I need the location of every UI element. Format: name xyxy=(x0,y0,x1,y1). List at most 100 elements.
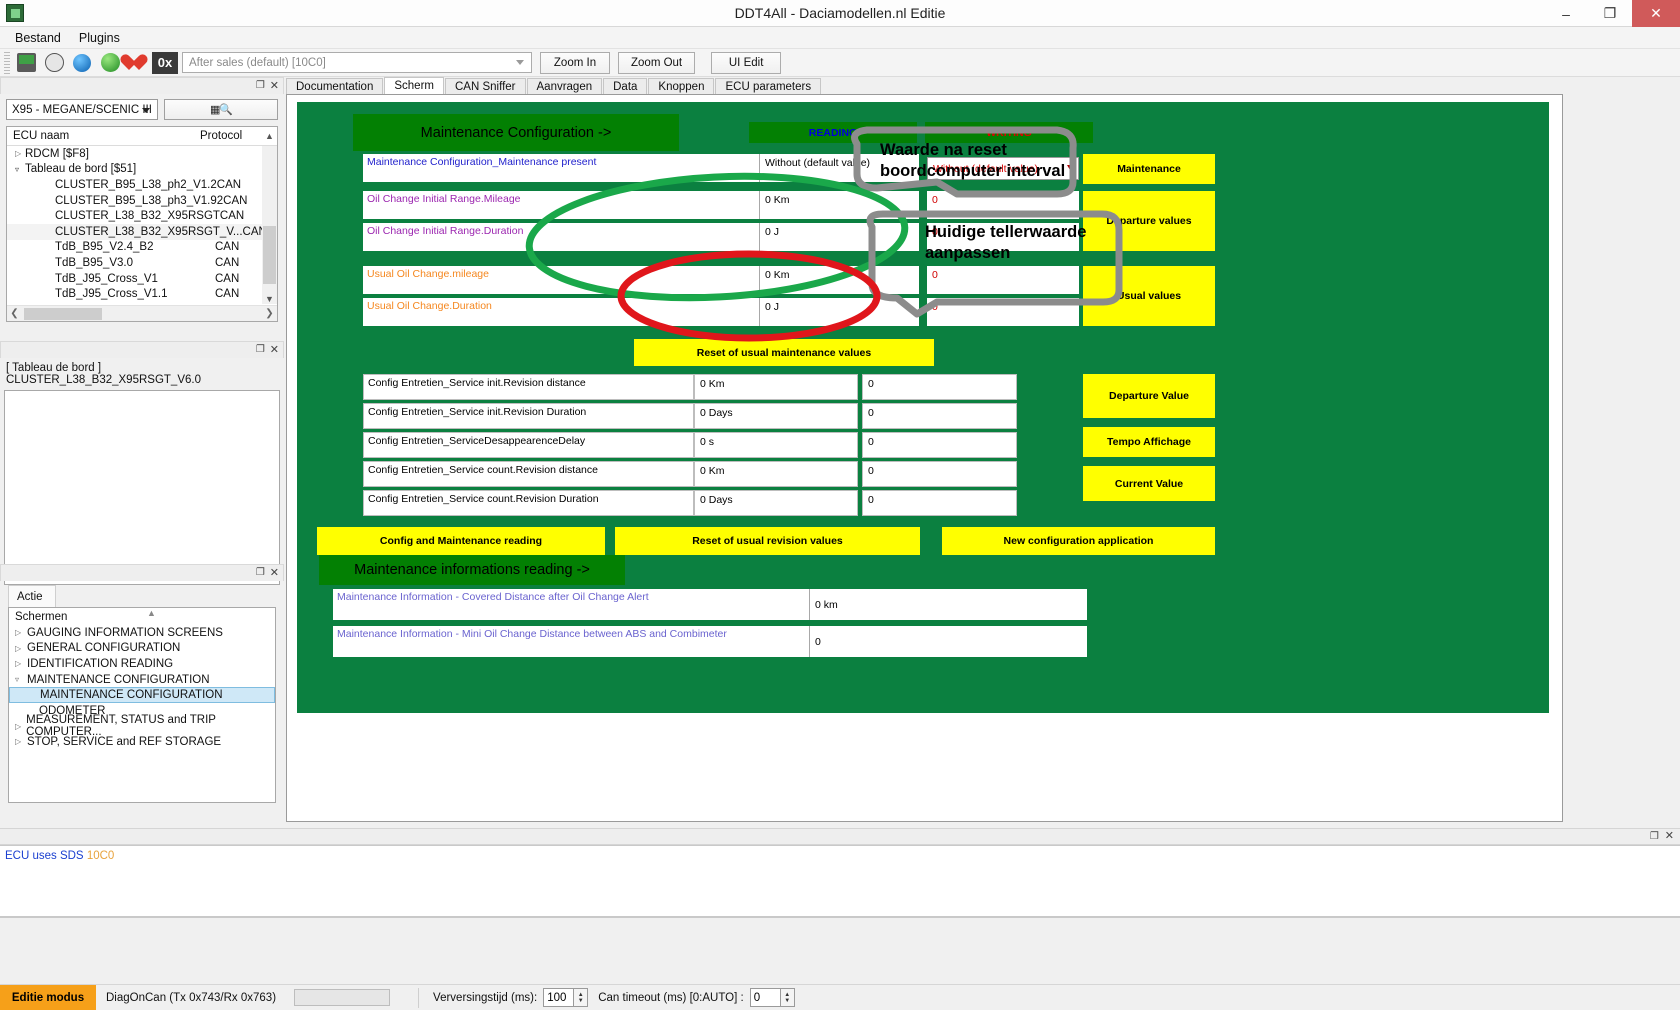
ecu-profile-select[interactable]: After sales (default) [10C0] xyxy=(182,52,532,73)
scroll-down-icon[interactable]: ▼ xyxy=(265,294,274,304)
can-timeout-stepper[interactable]: 0 ▲ ▼ xyxy=(749,988,795,1007)
menu-bestand[interactable]: Bestand xyxy=(6,29,70,47)
chevron-right-icon[interactable]: ▷ xyxy=(15,644,27,653)
close-icon[interactable]: ✕ xyxy=(1665,831,1674,842)
divider xyxy=(418,987,420,1008)
toolbar-grip[interactable] xyxy=(4,51,10,74)
chevron-right-icon[interactable]: ▷ xyxy=(15,628,27,637)
scrollbar-thumb[interactable] xyxy=(24,307,102,320)
tree-row[interactable]: ▷ RDCM [$F8] xyxy=(7,146,277,162)
stepper-arrows-icon[interactable]: ▲ ▼ xyxy=(780,988,795,1007)
hex-0x-icon[interactable]: 0x xyxy=(152,51,178,74)
blue-sphere-icon[interactable] xyxy=(69,51,95,75)
sidebar-item-maintenance-configuration[interactable]: MAINTENANCE CONFIGURATION xyxy=(9,687,275,703)
row-writing-oil-initial-mileage[interactable]: 0 xyxy=(927,191,1079,219)
can-timeout-input[interactable]: 0 xyxy=(749,988,781,1007)
tree-row[interactable]: TdB_J95_Cross_V1 CAN xyxy=(7,271,277,287)
refresh-time-stepper[interactable]: 100 ▲ ▼ xyxy=(543,988,589,1007)
float-panel-icon[interactable]: ❐ xyxy=(256,81,265,91)
list-item[interactable]: ▷ MEASUREMENT, STATUS and TRIP COMPUTER.… xyxy=(9,714,275,738)
reset-usual-maintenance-values-button[interactable]: Reset of usual maintenance values xyxy=(634,339,934,366)
row-writing-service-init-revision-distance[interactable]: 0 xyxy=(862,374,1017,400)
tree-row-selected[interactable]: CLUSTER_L38_B32_X95RSGT_V... CAN xyxy=(7,223,277,240)
list-item[interactable]: ▿ MAINTENANCE CONFIGURATION xyxy=(9,672,275,688)
maintenance-button[interactable]: Maintenance xyxy=(1083,154,1215,184)
float-panel-icon[interactable]: ❐ xyxy=(256,568,265,578)
list-item[interactable]: ▷ GENERAL CONFIGURATION xyxy=(9,641,275,657)
tab-data[interactable]: Data xyxy=(603,78,648,94)
close-button[interactable]: ✕ xyxy=(1632,0,1680,27)
minimize-button[interactable]: – xyxy=(1544,0,1588,27)
green-refresh-icon[interactable] xyxy=(97,51,123,75)
ecu-search-button[interactable]: ▦🔍 xyxy=(164,99,278,120)
sort-ascending-icon[interactable]: ▲ xyxy=(147,608,156,618)
chevron-right-icon[interactable]: ▷ xyxy=(15,737,27,746)
row-writing-usual-oil-duration[interactable]: 0 xyxy=(927,298,1079,326)
list-item[interactable]: ▷ IDENTIFICATION READING xyxy=(9,656,275,672)
close-icon[interactable]: ✕ xyxy=(270,80,279,92)
tree-row[interactable]: TdB_B95_V2.4_B2 CAN xyxy=(7,240,277,256)
tab-ecu-parameters[interactable]: ECU parameters xyxy=(715,78,822,94)
screens-tree[interactable]: Schermen ▲ ▷ GAUGING INFORMATION SCREENS… xyxy=(8,607,276,803)
tree-row[interactable]: TdB_B95_V3.0 CAN xyxy=(7,255,277,271)
log-panel-header: ❐ ✕ xyxy=(0,828,1680,845)
tree-row-label: Tableau de bord [$51] xyxy=(25,163,137,176)
close-icon[interactable]: ✕ xyxy=(270,567,279,579)
vehicle-select[interactable]: X95 - MEGANE/SCENIC III xyxy=(6,99,158,120)
heart-plus-icon[interactable] xyxy=(125,51,151,75)
float-panel-icon[interactable]: ❐ xyxy=(256,345,265,355)
tree-horizontal-scrollbar[interactable]: ❮ ❯ xyxy=(7,305,277,321)
zoom-out-button[interactable]: Zoom Out xyxy=(618,51,696,74)
close-icon[interactable]: ✕ xyxy=(270,344,279,356)
departure-value-button[interactable]: Departure Value xyxy=(1083,374,1215,418)
current-value-button[interactable]: Current Value xyxy=(1083,466,1215,501)
tree-row[interactable]: CLUSTER_B95_L38_ph2_V1.2 CAN xyxy=(7,177,277,193)
config-and-maintenance-reading-button[interactable]: Config and Maintenance reading xyxy=(317,527,605,555)
menu-plugins[interactable]: Plugins xyxy=(70,29,129,47)
maximize-button[interactable]: ❐ xyxy=(1588,0,1632,27)
new-configuration-application-button[interactable]: New configuration application xyxy=(942,527,1215,555)
scrollbar-thumb[interactable] xyxy=(263,226,276,284)
ecu-tree[interactable]: ECU naam Protocol ▲ ▷ RDCM [$F8] ▿ Table… xyxy=(6,126,278,322)
float-panel-icon[interactable]: ❐ xyxy=(1650,831,1659,842)
chevron-right-icon[interactable]: ▷ xyxy=(15,149,25,158)
row-reading-service-desappearence-delay: 0 s xyxy=(694,432,858,458)
chevron-down-icon[interactable]: ▿ xyxy=(15,675,27,684)
stepper-arrows-icon[interactable]: ▲ ▼ xyxy=(574,988,589,1007)
row-writing-service-count-revision-distance[interactable]: 0 xyxy=(862,461,1017,487)
scroll-left-icon[interactable]: ❮ xyxy=(7,308,22,319)
scroll-up-icon[interactable]: ▲ xyxy=(262,131,277,141)
row-label-usual-oil-mileage: Usual Oil Change.mileage xyxy=(363,266,759,294)
row-writing-service-desappearence-delay[interactable]: 0 xyxy=(862,432,1017,458)
reset-of-usual-revision-values-button[interactable]: Reset of usual revision values xyxy=(615,527,920,555)
chevron-right-icon[interactable]: ▷ xyxy=(15,659,27,668)
face-icon[interactable] xyxy=(41,51,67,75)
tree-row[interactable]: ▿ Tableau de bord [$51] xyxy=(7,162,277,178)
zoom-in-button[interactable]: Zoom In xyxy=(540,51,610,74)
usual-values-button[interactable]: Usual values xyxy=(1083,266,1215,326)
column-protocol: Protocol xyxy=(200,130,243,142)
chevron-right-icon[interactable]: ▷ xyxy=(15,722,26,731)
row-writing-usual-oil-mileage[interactable]: 0 xyxy=(927,266,1079,294)
tab-scherm[interactable]: Scherm xyxy=(384,77,444,94)
list-item-label: MEASUREMENT, STATUS and TRIP COMPUTER... xyxy=(26,714,216,739)
list-item[interactable]: ▷ GAUGING INFORMATION SCREENS xyxy=(9,625,275,641)
refresh-time-input[interactable]: 100 xyxy=(543,988,575,1007)
row-writing-service-init-revision-duration[interactable]: 0 xyxy=(862,403,1017,429)
tab-documentation[interactable]: Documentation xyxy=(286,78,384,94)
ui-edit-button[interactable]: UI Edit xyxy=(711,51,782,74)
departure-values-button[interactable]: Departure values xyxy=(1083,191,1215,251)
tree-row[interactable]: CLUSTER_B95_L38_ph3_V1.92 CAN xyxy=(7,193,277,209)
tree-row[interactable]: TdB_J95_Cross_V1.1 CAN xyxy=(7,286,277,302)
tempo-affichage-button[interactable]: Tempo Affichage xyxy=(1083,427,1215,457)
tab-knoppen[interactable]: Knoppen xyxy=(648,78,715,94)
tab-actie[interactable]: Actie xyxy=(8,585,56,607)
tree-row[interactable]: CLUSTER_L38_B32_X95RSGT CAN xyxy=(7,208,277,224)
tab-can-sniffer[interactable]: CAN Sniffer xyxy=(444,78,526,94)
scroll-right-icon[interactable]: ❯ xyxy=(262,308,277,319)
chevron-down-icon[interactable]: ▿ xyxy=(15,165,25,174)
tree-vertical-scrollbar[interactable]: ▼ xyxy=(262,146,277,304)
tab-aanvragen[interactable]: Aanvragen xyxy=(526,78,603,94)
row-writing-service-count-revision-duration[interactable]: 0 xyxy=(862,490,1017,516)
device-icon[interactable] xyxy=(13,51,39,75)
